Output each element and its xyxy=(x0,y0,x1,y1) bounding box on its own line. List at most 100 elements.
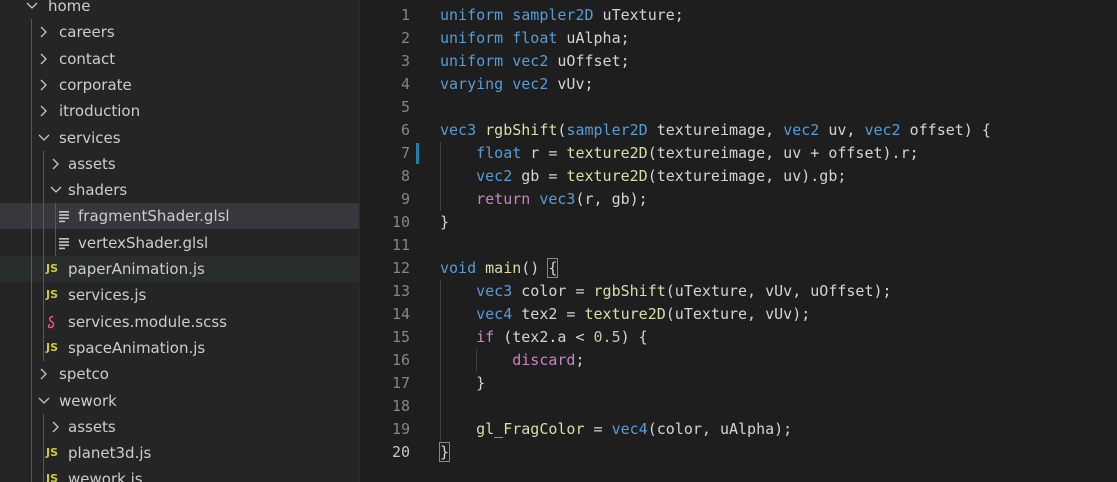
tree-folder-item[interactable]: wework xyxy=(0,388,359,414)
chevron-down-icon[interactable] xyxy=(38,131,50,145)
code-line[interactable]: if (tex2.a < 0.5) { xyxy=(440,326,648,349)
tree-file-item[interactable]: JS planet3d.js xyxy=(0,440,359,466)
code-token: (r, gb); xyxy=(575,190,648,208)
code-line[interactable]: uniform float uAlpha; xyxy=(440,27,630,50)
text-file-icon xyxy=(58,203,70,229)
tree-file-item[interactable]: fragmentShader.glsl xyxy=(0,203,359,230)
tree-item-label: spetco xyxy=(59,365,109,384)
tree-folder-item[interactable]: services xyxy=(0,125,359,151)
code-token: color = xyxy=(512,282,594,300)
tree-file-item[interactable]: services.module.scss xyxy=(0,309,359,335)
code-token: uAlpha; xyxy=(557,29,630,47)
code-line[interactable]: discard; xyxy=(440,349,584,372)
chevron-right-icon[interactable] xyxy=(38,367,48,381)
chevron-down-icon[interactable] xyxy=(38,394,50,408)
code-line[interactable]: uniform vec2 uOffset; xyxy=(440,50,630,73)
code-token: sampler2D xyxy=(512,6,594,24)
line-number: 3 xyxy=(400,52,410,70)
tree-file-item[interactable]: JS paperAnimation.js xyxy=(0,256,359,282)
code-line[interactable]: vec3 color = rgbShift(uTexture, vUv, uOf… xyxy=(440,280,891,303)
js-file-icon: JS xyxy=(46,446,59,460)
chevron-right-icon[interactable] xyxy=(38,104,48,118)
line-number: 18 xyxy=(391,397,410,415)
scss-file-icon xyxy=(46,309,58,335)
code-line[interactable]: varying vec2 vUv; xyxy=(440,73,594,96)
code-token: uv, xyxy=(819,121,865,139)
chevron-down-icon[interactable] xyxy=(50,183,62,197)
code-line[interactable]: vec3 rgbShift(sampler2D textureimage, ve… xyxy=(440,119,991,142)
tree-folder-item[interactable]: assets xyxy=(0,151,359,177)
code-line[interactable]: float r = texture2D(textureimage, uv + o… xyxy=(440,142,919,165)
code-line[interactable]: } xyxy=(440,211,449,234)
tree-file-item[interactable]: vertexShader.glsl xyxy=(0,230,359,256)
tree-item-label: services xyxy=(59,128,121,147)
code-token: ) { xyxy=(620,328,648,346)
code-token: sampler2D xyxy=(566,121,648,139)
code-line[interactable]: vec4 tex2 = texture2D(uTexture, vUv); xyxy=(440,303,810,326)
code-line[interactable]: vec2 gb = texture2D(textureimage, uv).gb… xyxy=(440,165,846,188)
tree-folder-item[interactable]: shaders xyxy=(0,177,359,203)
line-number: 19 xyxy=(391,420,410,438)
chevron-right-icon[interactable] xyxy=(50,420,60,434)
code-token: uTexture; xyxy=(593,6,684,24)
tree-item-label: spaceAnimation.js xyxy=(68,338,206,357)
js-file-icon: JS xyxy=(46,288,59,302)
tree-item-label: paperAnimation.js xyxy=(68,260,205,278)
code-token: vec2 xyxy=(783,121,820,139)
tree-folder-item[interactable]: careers xyxy=(0,19,359,45)
line-number: 13 xyxy=(391,282,410,300)
matched-bracket: } xyxy=(438,442,451,462)
chevron-right-icon[interactable] xyxy=(38,52,48,66)
line-number: 9 xyxy=(400,190,410,208)
tree-item-label: assets xyxy=(68,417,116,436)
code-editor[interactable]: 1 uniform sampler2D uTexture; 2 uniform flo… xyxy=(360,0,1117,482)
code-token: vec4 xyxy=(611,420,648,438)
tree-folder-item[interactable]: contact xyxy=(0,46,359,72)
tree-folder-item[interactable]: corporate xyxy=(0,72,359,98)
tree-folder-item[interactable]: itroduction xyxy=(0,98,359,124)
chevron-right-icon[interactable] xyxy=(50,157,60,171)
code-token: uniform xyxy=(440,6,504,24)
tree-folder-item[interactable]: assets xyxy=(0,414,359,440)
code-line[interactable]: } xyxy=(440,372,485,395)
chevron-right-icon[interactable] xyxy=(38,25,48,39)
tree-item-label: planet3d.js xyxy=(68,444,152,463)
code-line[interactable]: gl_FragColor = vec4(color, uAlpha); xyxy=(440,418,792,441)
tree-folder-item[interactable]: home xyxy=(0,0,359,19)
code-line[interactable]: } xyxy=(438,441,451,464)
code-token: float xyxy=(512,29,558,47)
tree-file-item[interactable]: JS services.js xyxy=(0,282,359,308)
modified-line-marker[interactable] xyxy=(416,143,419,164)
line-number: 12 xyxy=(391,259,410,277)
tree-file-item[interactable]: JS wework.js xyxy=(0,466,359,482)
code-token: vec3 xyxy=(476,282,513,300)
line-number: 17 xyxy=(391,374,410,392)
code-token: texture2D xyxy=(566,144,648,162)
line-number: 11 xyxy=(391,236,410,254)
tree-folder-item[interactable]: spetco xyxy=(0,361,359,387)
tree-item-label: services.module.scss xyxy=(68,312,227,331)
line-number: 2 xyxy=(400,29,410,47)
code-line[interactable]: uniform sampler2D uTexture; xyxy=(440,4,684,27)
code-token: gb = xyxy=(512,167,567,185)
js-file-icon: JS xyxy=(46,472,59,482)
js-file-icon: JS xyxy=(46,262,59,275)
tree-item-label: wework xyxy=(59,391,117,410)
code-token: float xyxy=(476,144,522,162)
line-number: 4 xyxy=(400,75,410,93)
code-token: r = xyxy=(521,144,567,162)
text-file-icon xyxy=(58,230,70,256)
tree-file-item[interactable]: JS spaceAnimation.js xyxy=(0,335,359,361)
chevron-down-icon[interactable] xyxy=(26,0,38,13)
tree-item-label: itroduction xyxy=(59,102,141,121)
code-line[interactable]: return vec3(r, gb); xyxy=(440,188,648,211)
code-line[interactable]: void main() { xyxy=(440,257,559,280)
chevron-right-icon[interactable] xyxy=(38,78,48,92)
code-token: void xyxy=(440,259,477,277)
